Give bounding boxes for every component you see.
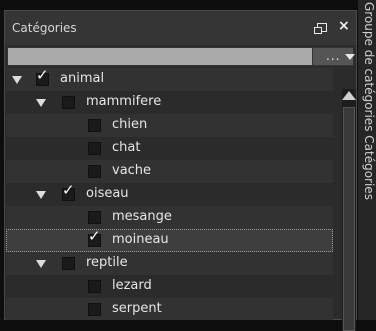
tree-checkbox[interactable] (88, 142, 101, 155)
tree-checkbox[interactable] (88, 119, 101, 132)
tree-item-label: mesange (112, 209, 172, 224)
tree-row[interactable]: vache (6, 160, 333, 183)
expand-arrow-icon[interactable] (12, 76, 22, 84)
more-button[interactable]: ... (326, 49, 340, 63)
tree-row[interactable]: chat (6, 137, 333, 160)
tree-item-label: oiseau (86, 186, 129, 201)
scroll-up-arrow-icon[interactable] (342, 91, 356, 100)
tree-row[interactable]: ✓ moineau (6, 229, 333, 252)
side-tab-category-groups[interactable]: Groupe de catégories Catégories (358, 0, 376, 320)
tree-item-label: mammifere (86, 94, 162, 109)
scrollbar-thumb[interactable] (343, 107, 355, 331)
panel-titlebar[interactable]: Catégories × (5, 11, 356, 45)
checkmark-icon: ✓ (88, 227, 101, 245)
tree-checkbox[interactable] (88, 303, 101, 316)
category-group-input[interactable] (8, 48, 313, 65)
tree-item-label: serpent (112, 301, 162, 316)
tree-item-label: animal (60, 71, 105, 86)
tree-checkbox[interactable]: ✓ (62, 183, 75, 201)
checkmark-icon: ✓ (62, 181, 75, 199)
tree-row[interactable]: lezard (6, 275, 333, 298)
tree-checkbox[interactable] (88, 211, 101, 224)
category-tree: ✓ animal mammifere chien chat vache ✓ oiseau mes… (6, 68, 333, 320)
expand-arrow-icon[interactable] (36, 191, 46, 199)
tree-row[interactable]: ✓ animal (6, 68, 333, 91)
category-group-select[interactable]: ... (7, 47, 355, 66)
expand-arrow-icon[interactable] (36, 260, 46, 268)
checkmark-icon: ✓ (36, 68, 49, 84)
tree-row[interactable]: mesange (6, 206, 333, 229)
tree-item-label: chat (112, 140, 141, 155)
chevron-down-icon[interactable] (345, 54, 355, 60)
tree-row[interactable]: mammifere (6, 91, 333, 114)
tree-item-label: lezard (112, 278, 152, 293)
tree-row[interactable]: reptile (6, 252, 333, 275)
panel-title: Catégories (12, 21, 77, 35)
tree-checkbox[interactable] (88, 280, 101, 293)
tree-item-label: moineau (112, 232, 169, 247)
tree-checkbox[interactable] (62, 96, 75, 109)
tree-item-label: vache (112, 163, 152, 178)
side-tab-label: Groupe de catégories Catégories (362, 2, 376, 200)
float-window-icon[interactable] (314, 23, 327, 34)
vertical-scrollbar[interactable] (342, 89, 356, 331)
tree-item-label: reptile (86, 255, 128, 270)
tree-item-label: chien (112, 117, 148, 132)
tree-checkbox[interactable]: ✓ (88, 229, 101, 247)
tree-checkbox[interactable] (62, 257, 75, 270)
expand-arrow-icon[interactable] (36, 99, 46, 107)
close-icon[interactable]: × (338, 18, 350, 34)
tree-row[interactable]: serpent (6, 298, 333, 320)
tree-row[interactable]: chien (6, 114, 333, 137)
tree-checkbox[interactable] (88, 165, 101, 178)
tree-row[interactable]: ✓ oiseau (6, 183, 333, 206)
tree-checkbox[interactable]: ✓ (36, 68, 49, 86)
